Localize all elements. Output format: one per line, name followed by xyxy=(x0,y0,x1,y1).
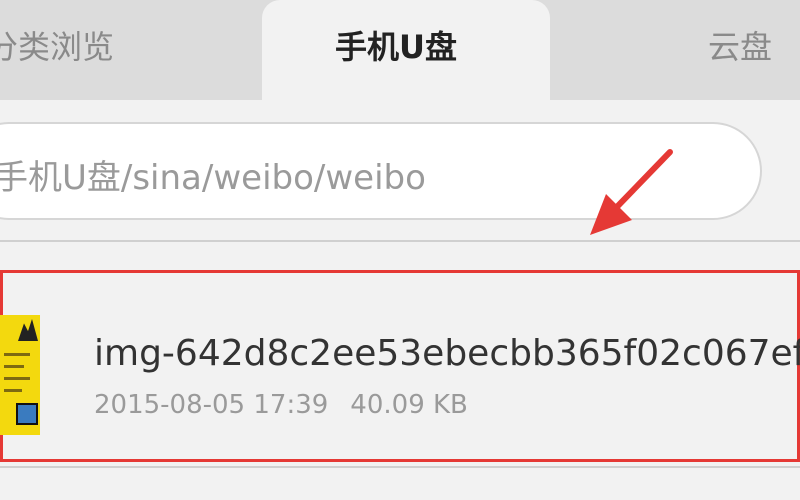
image-thumbnail-icon[interactable] xyxy=(0,315,40,435)
tab-bar: 分类浏览 手机U盘 云盘 xyxy=(0,0,800,102)
thumbnail-line xyxy=(4,377,30,380)
divider-bottom xyxy=(0,466,800,468)
file-meta: 2015-08-05 17:39 40.09 KB xyxy=(94,390,468,420)
file-manager-screen: 分类浏览 手机U盘 云盘 手机U盘/sina/weibo/weibo img-6… xyxy=(0,0,800,500)
tab-cloud-drive[interactable]: 云盘 xyxy=(708,22,772,68)
tab-phone-usb[interactable]: 手机U盘 xyxy=(335,22,457,68)
file-size: 40.09 KB xyxy=(350,390,468,420)
thumbnail-line xyxy=(4,389,22,392)
file-date: 2015-08-05 17:39 xyxy=(94,390,329,420)
thumbnail-line xyxy=(4,353,30,356)
qr-code-icon xyxy=(16,403,38,425)
tab-category-browse[interactable]: 分类浏览 xyxy=(0,22,114,68)
file-name: img-642d8c2ee53ebecbb365f02c067ef xyxy=(94,333,800,374)
thumbnail-line xyxy=(4,365,24,368)
path-text: 手机U盘/sina/weibo/weibo xyxy=(0,158,426,198)
arrow-icon xyxy=(590,149,673,235)
cat-silhouette-icon xyxy=(18,319,38,341)
